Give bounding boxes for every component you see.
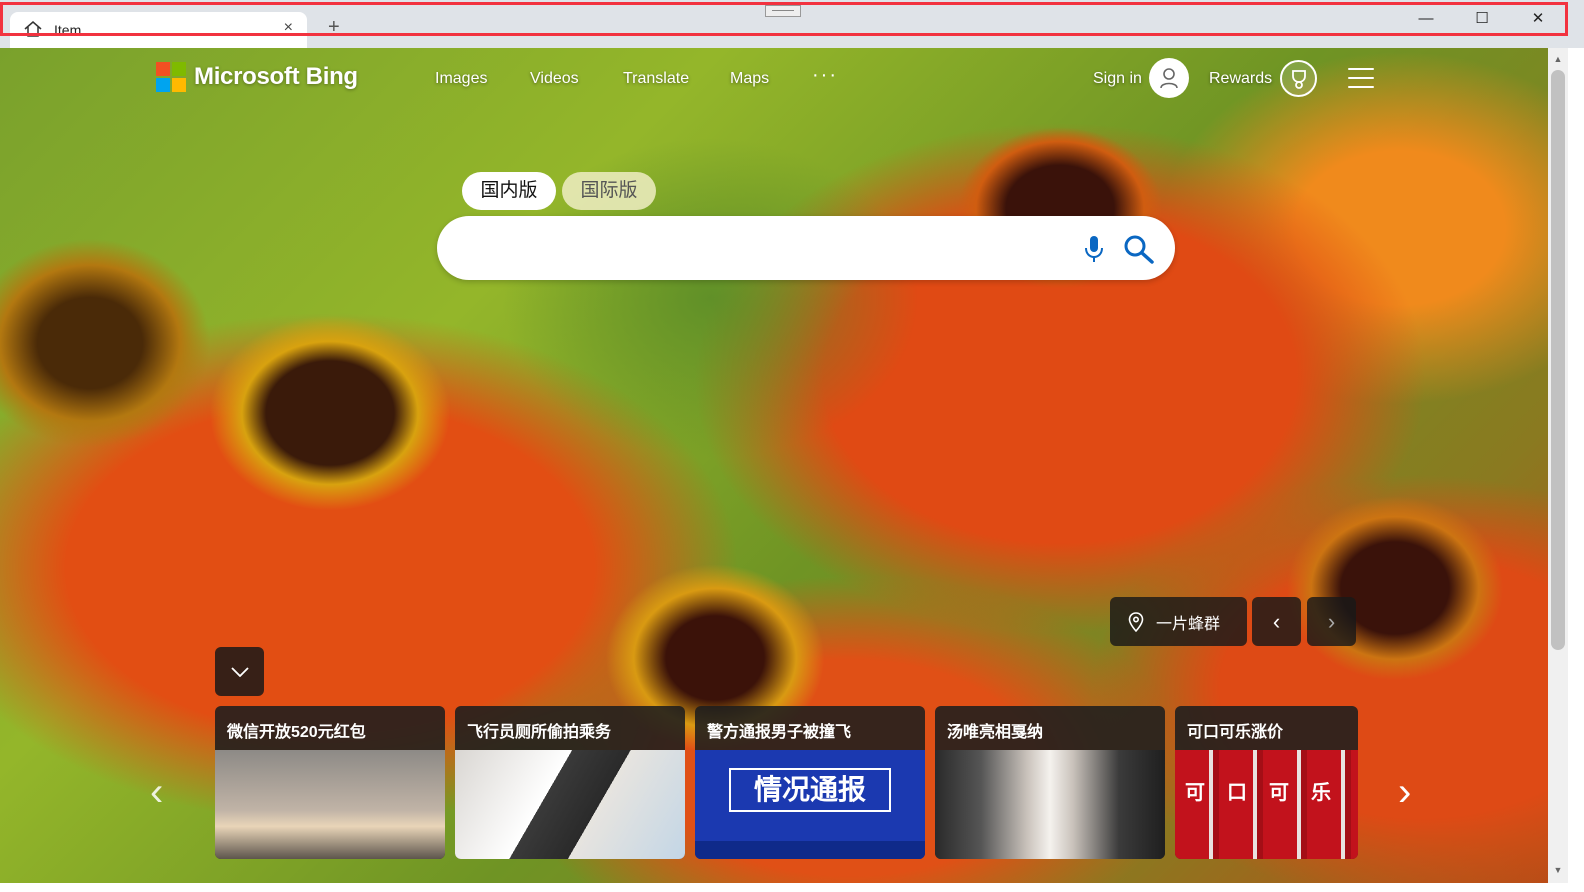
chevron-down-icon [230,666,249,677]
nav-more-button[interactable]: ··· [812,64,838,87]
news-thumbnail [215,750,445,859]
new-tab-button[interactable]: + [328,16,340,39]
vertical-scrollbar[interactable]: ▲ ▼ [1548,48,1568,883]
logo-text: Microsoft Bing [194,63,358,90]
news-thumbnail [455,750,685,859]
location-pin-icon [1128,611,1144,632]
tab-title: Item [54,22,82,38]
minimize-button[interactable]: — [1406,8,1446,30]
news-title: 警方通报男子被撞飞 [707,724,852,741]
maximize-button[interactable]: ☐ [1462,8,1502,30]
news-title: 可口可乐涨价 [1187,724,1284,741]
search-icon[interactable] [1123,234,1155,264]
logo-square-green [172,62,186,76]
tab-close-button[interactable]: × [284,19,293,37]
nav-maps[interactable]: Maps [730,70,769,88]
news-title: 飞行员厕所偷拍乘务 [467,724,612,741]
thumbnail-band [695,841,925,859]
menu-line [1348,68,1374,70]
news-card[interactable]: 汤唯亮相戛纳 [935,706,1165,859]
rewards-trophy-icon[interactable] [1280,60,1317,97]
news-thumbnail [935,750,1165,859]
sign-in-link[interactable]: Sign in [1093,70,1142,88]
menu-line [1348,77,1374,79]
news-card[interactable]: 警方通报男子被撞飞 情况通报 [695,706,925,859]
logo-square-yellow [172,78,186,92]
window-drag-handle[interactable] [765,5,801,17]
carousel-prev-button[interactable]: ‹ [150,770,163,815]
news-card[interactable]: 微信开放520元红包 [215,706,445,859]
rewards-link[interactable]: Rewards [1209,70,1272,88]
avatar[interactable] [1149,58,1189,98]
bing-logo[interactable]: Microsoft Bing [156,62,358,92]
news-title: 汤唯亮相戛纳 [947,724,1044,741]
tab-international-edition[interactable]: 国际版 [562,172,656,210]
news-card[interactable]: 可口可乐涨价 可口可乐 [1175,706,1358,859]
image-location-label: 一片蜂群 [1156,615,1221,633]
microsoft-logo-icon [156,62,186,92]
search-box [437,216,1175,280]
next-image-button[interactable]: › [1307,597,1356,646]
scroll-down-icon[interactable]: ▼ [1552,865,1564,877]
nav-translate[interactable]: Translate [623,70,689,88]
logo-square-blue [156,78,170,92]
tab-china-edition[interactable]: 国内版 [462,172,556,210]
logo-square-red [156,62,170,76]
news-card[interactable]: 飞行员厕所偷拍乘务 [455,706,685,859]
news-title: 微信开放520元红包 [227,724,366,741]
expand-feed-button[interactable] [215,647,264,696]
search-input[interactable] [467,230,1067,266]
thumbnail-caption: 可口可乐 [1185,782,1353,804]
browser-tab[interactable]: Item × [10,12,307,48]
browser-chrome: Item × + — ☐ ✕ [0,0,1584,48]
thumbnail-caption: 情况通报 [729,768,891,812]
microphone-icon[interactable] [1082,234,1106,264]
home-icon [24,21,42,37]
image-location-button[interactable]: 一片蜂群 [1110,597,1247,646]
nav-videos[interactable]: Videos [530,70,579,88]
previous-image-button[interactable]: ‹ [1252,597,1301,646]
trophy-icon [1291,69,1306,89]
carousel-next-button[interactable]: › [1398,770,1411,815]
scroll-up-icon[interactable]: ▲ [1552,54,1564,66]
user-icon [1160,68,1178,89]
menu-line [1348,86,1374,88]
nav-images[interactable]: Images [435,70,487,88]
scroll-thumb[interactable] [1551,70,1565,650]
news-thumbnail: 可口可乐 [1175,750,1358,859]
menu-icon[interactable] [1348,68,1374,88]
close-window-button[interactable]: ✕ [1518,8,1558,30]
news-thumbnail: 情况通报 [695,750,925,859]
